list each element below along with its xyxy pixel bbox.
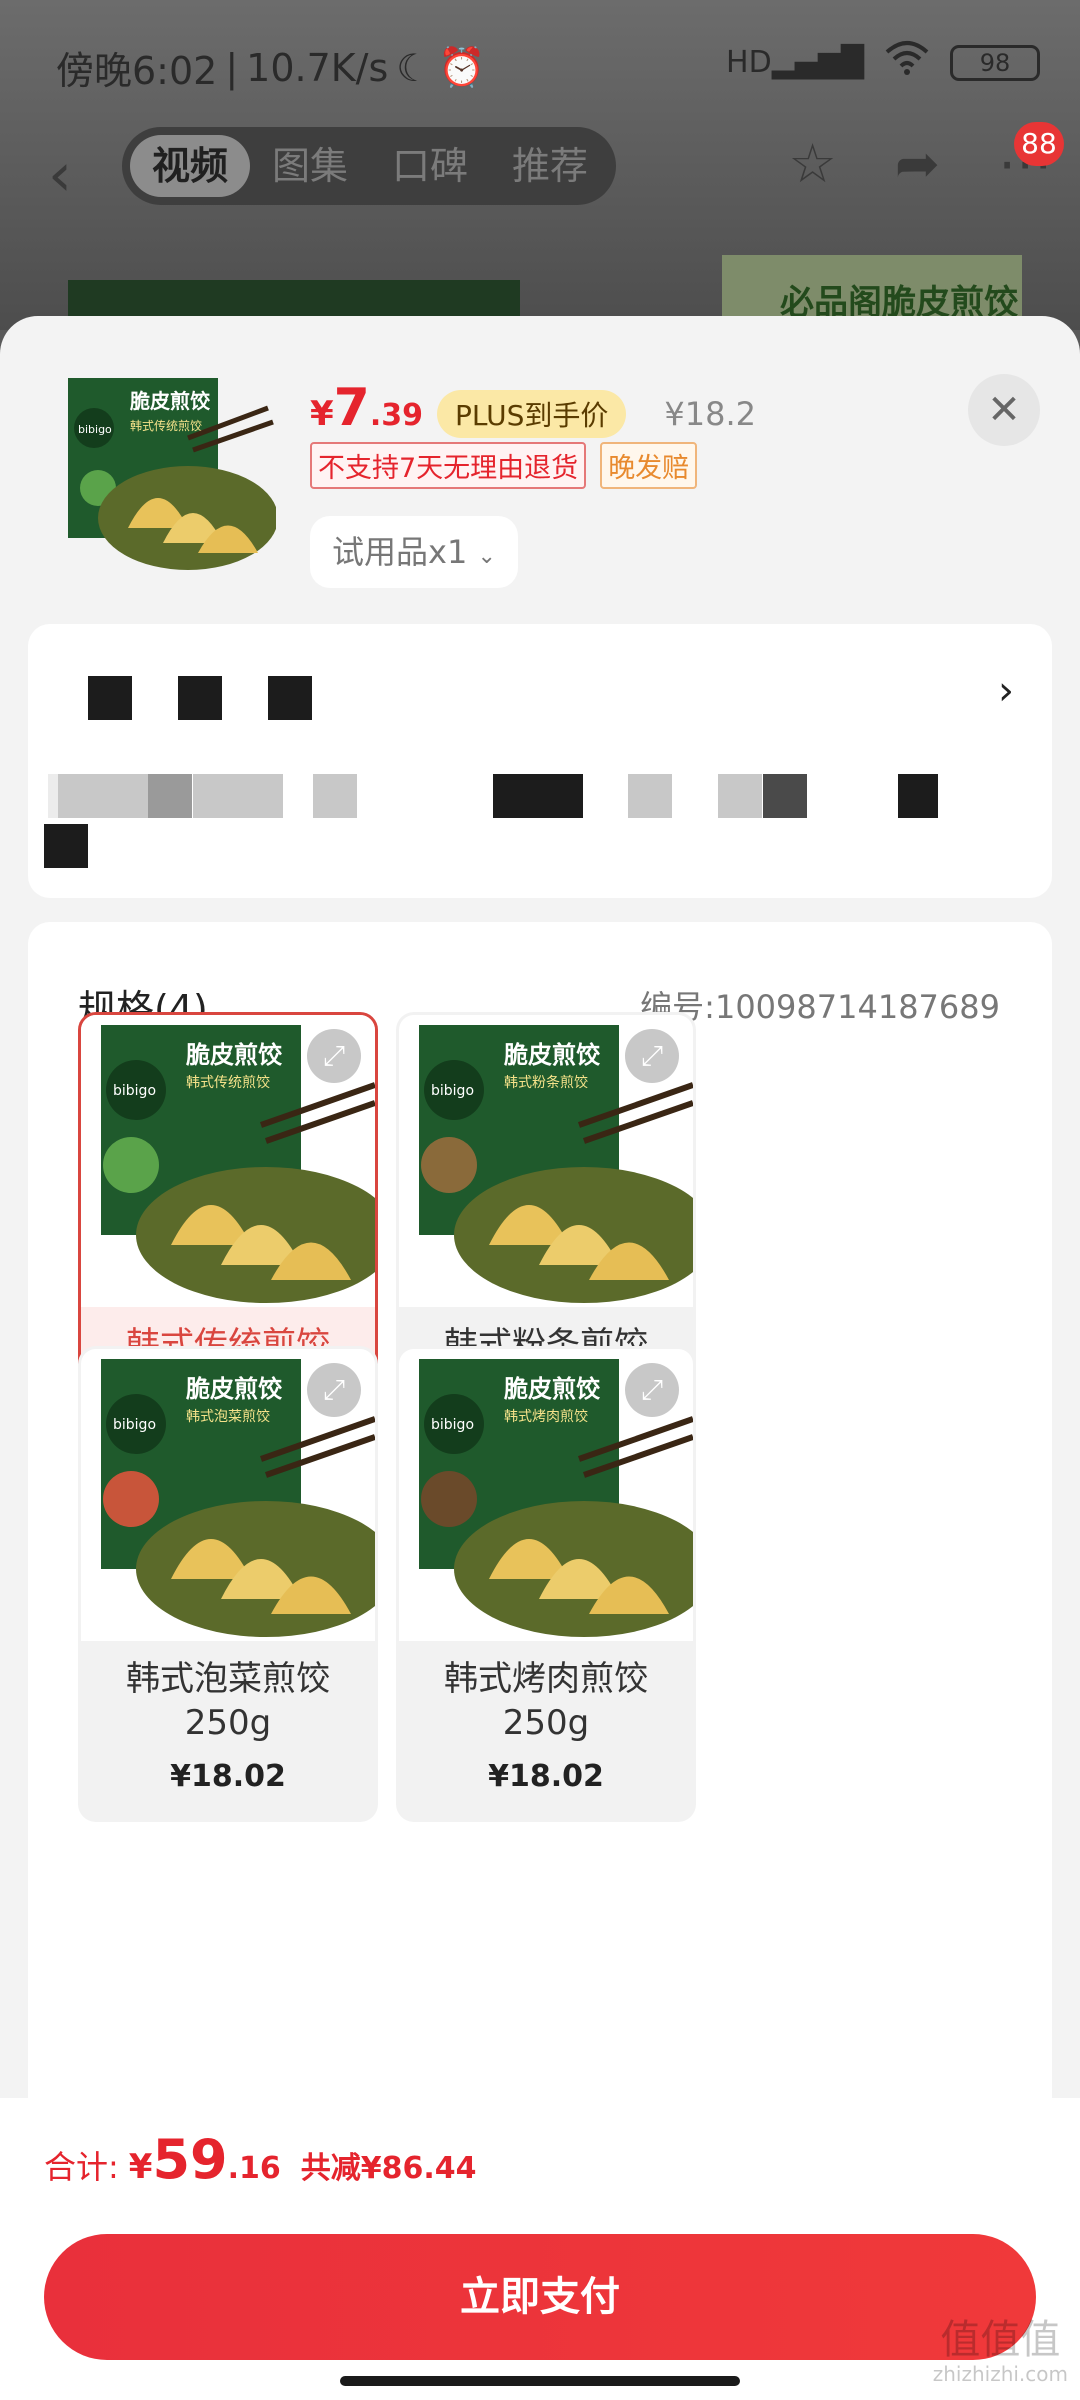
tab-gallery[interactable]: 图集 <box>250 135 370 197</box>
sku-price: ¥18.02 <box>170 1759 286 1794</box>
variant-selector[interactable]: 试用品x1 ⌄ <box>310 516 518 588</box>
total-decimal: .16 <box>227 2151 281 2186</box>
watermark: 值值值 zhizhizhi.com <box>933 2318 1068 2386</box>
home-indicator <box>340 2376 740 2386</box>
sku-pack-brand: bibigo <box>431 1417 474 1433</box>
redacted-block <box>148 774 192 818</box>
purchase-sheet: ✕ 脆皮煎饺 韩式传统煎饺 bibigo ¥7.39 PLUS到手价 ¥18.2… <box>0 316 1080 2400</box>
thumb-title: 脆皮煎饺 <box>130 389 211 413</box>
sku-title: 韩式烤肉煎饺 <box>444 1659 648 1699</box>
tab-recommend[interactable]: 推荐 <box>490 135 610 197</box>
star-icon[interactable]: ☆ <box>788 132 836 195</box>
sku-pack-brand: bibigo <box>113 1417 156 1433</box>
nav-tabs: 视频 图集 口碑 推荐 <box>122 127 616 205</box>
sku-pack-title: 脆皮煎饺 <box>185 1041 283 1069</box>
sku-pack-subtitle: 韩式传统煎饺 <box>186 1075 270 1091</box>
sku-pack-subtitle: 韩式粉条煎饺 <box>504 1074 588 1091</box>
alarm-icon: ⏰ <box>438 45 486 89</box>
sku-title: 韩式泡菜煎饺 <box>126 1659 330 1699</box>
total-saved: 共减¥86.44 <box>300 2151 477 2186</box>
thumb-subtitle: 韩式传统煎饺 <box>130 418 202 433</box>
total-row: 合计: ¥59.16 共减¥86.44 <box>44 2128 477 2191</box>
sku-pack-title: 脆皮煎饺 <box>503 1375 601 1403</box>
moon-icon: ☾ <box>396 45 431 90</box>
redacted-block <box>268 676 312 720</box>
address-card[interactable]: › <box>28 624 1052 898</box>
status-time: 傍晚6:02 <box>56 49 218 93</box>
spec-card: 规格(4) 编号:10098714187689 脆皮煎饺 韩式传统煎饺 bibi… <box>28 922 1052 2122</box>
sku-name: 韩式烤肉煎饺 250g <box>399 1657 693 1745</box>
redacted-block <box>178 676 222 720</box>
price-decimal: .39 <box>369 398 424 433</box>
nav-icons: ☆ ➦ ⋯ <box>788 132 1052 195</box>
tab-video[interactable]: 视频 <box>130 135 251 197</box>
sku-pack-brand: bibigo <box>431 1083 474 1099</box>
total-integer: 59 <box>152 2128 228 2191</box>
redacted-block <box>898 774 938 818</box>
redacted-block <box>44 824 88 868</box>
sku-weight: 250g <box>502 1703 590 1743</box>
sku-pack-subtitle: 韩式泡菜煎饺 <box>186 1409 270 1425</box>
wifi-icon <box>884 40 930 85</box>
sku-price: ¥18.02 <box>488 1759 604 1794</box>
thumb-brand: bibigo <box>78 423 112 436</box>
watermark-url: zhizhizhi.com <box>932 2362 1068 2386</box>
sku-option[interactable]: 脆皮煎饺 韩式烤肉煎饺 bibigo ⤢ 韩式烤肉煎饺 250g ¥18.02 <box>396 1346 696 1822</box>
total-currency: ¥ <box>128 2147 153 2187</box>
sku-pack-subtitle: 韩式烤肉煎饺 <box>504 1409 588 1425</box>
status-left: 傍晚6:02 | 10.7K/s ☾ ⏰ <box>56 40 486 95</box>
battery-icon: 98 <box>950 44 1040 81</box>
sku-weight: 250g <box>184 1703 272 1743</box>
plus-price-tag: PLUS到手价 <box>437 390 627 438</box>
service-tags: 不支持7天无理由退货 晚发赔 <box>310 442 698 489</box>
original-price: ¥18.2 <box>664 395 756 433</box>
redacted-block <box>718 774 762 818</box>
sku-name: 韩式泡菜煎饺 250g <box>81 1657 375 1745</box>
tab-reviews[interactable]: 口碑 <box>370 135 490 197</box>
redacted-block <box>88 676 132 720</box>
watermark-logo: 值值值 <box>940 2317 1061 2363</box>
product-thumbnail: 脆皮煎饺 韩式传统煎饺 bibigo <box>68 378 278 586</box>
total-label: 合计: <box>44 2148 119 2186</box>
expand-icon[interactable]: ⤢ <box>307 1363 361 1417</box>
sku-pack-brand: bibigo <box>113 1083 156 1099</box>
redacted-block <box>628 774 672 818</box>
redacted-block <box>58 774 148 818</box>
network-label: HD <box>726 45 772 80</box>
sku-pack-title: 脆皮煎饺 <box>503 1041 601 1069</box>
expand-icon[interactable]: ⤢ <box>625 1363 679 1417</box>
signal-icon: HD▂▄▆█ <box>726 45 864 80</box>
chevron-right-icon: › <box>998 668 1014 714</box>
total-price: ¥59.16 <box>129 2128 281 2191</box>
price-currency: ¥ <box>310 394 334 434</box>
redacted-block <box>493 774 583 818</box>
status-right: HD▂▄▆█ 98 <box>726 40 1040 85</box>
no-return-tag: 不支持7天无理由退货 <box>310 442 587 489</box>
late-delivery-tag: 晚发赔 <box>600 442 698 489</box>
close-icon[interactable]: ✕ <box>968 374 1040 446</box>
back-arrow-icon[interactable]: ‹ <box>48 140 72 210</box>
plus-price: ¥7.39 <box>310 378 423 438</box>
share-icon[interactable]: ➦ <box>895 132 940 195</box>
sku-option[interactable]: 脆皮煎饺 韩式泡菜煎饺 bibigo ⤢ 韩式泡菜煎饺 250g ¥18.02 <box>78 1346 378 1822</box>
message-count-badge: 88 <box>1014 122 1064 166</box>
expand-icon[interactable]: ⤢ <box>307 1029 361 1083</box>
status-bar: 傍晚6:02 | 10.7K/s ☾ ⏰ HD▂▄▆█ 98 <box>0 0 1080 125</box>
redacted-block <box>313 774 357 818</box>
price-integer: 7 <box>333 378 370 438</box>
pay-now-button[interactable]: 立即支付 <box>44 2234 1036 2360</box>
status-net-speed: 10.7K/s <box>246 45 389 90</box>
variant-label: 试用品x1 <box>332 533 468 571</box>
chevron-down-icon: ⌄ <box>477 544 496 569</box>
sku-pack-title: 脆皮煎饺 <box>185 1375 283 1403</box>
redacted-block <box>763 774 807 818</box>
redacted-block <box>193 774 283 818</box>
expand-icon[interactable]: ⤢ <box>625 1029 679 1083</box>
status-divider: | <box>225 45 239 90</box>
price-row: ¥7.39 PLUS到手价 ¥18.2 <box>310 378 756 438</box>
